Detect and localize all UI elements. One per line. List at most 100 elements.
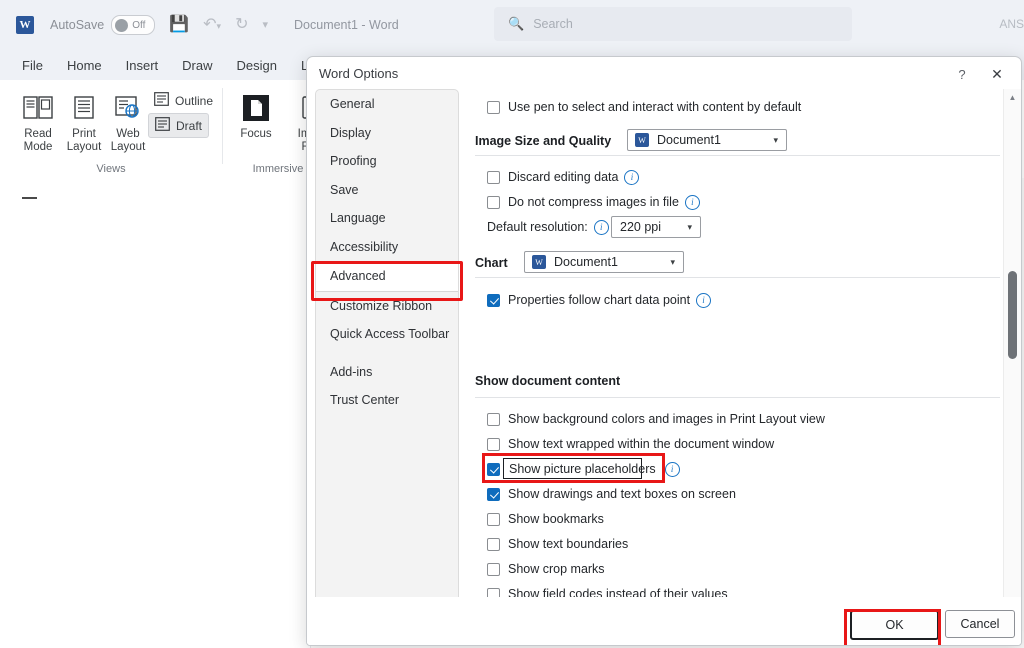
info-icon[interactable]: i (624, 169, 640, 185)
undo-icon[interactable]: ↶▾ (203, 17, 221, 33)
checkbox-row-show-background-colors[interactable]: Show background colors and images in Pri… (487, 410, 825, 428)
customize-quick-access-icon[interactable]: ▾ (262, 19, 268, 31)
show-drawings-checkbox[interactable] (487, 487, 500, 501)
account-label[interactable]: ANS (999, 17, 1024, 31)
checkbox-row-properties-follow-chart[interactable]: Properties follow chart data point i (487, 291, 712, 309)
autosave-label: AutoSave (50, 18, 105, 32)
show-bookmarks-label: Show bookmarks (508, 512, 604, 526)
tab-insert[interactable]: Insert (114, 58, 171, 73)
nav-item-general[interactable]: General (316, 90, 458, 119)
screen: W AutoSave Off 💾 ↶▾ ↻ ▾ Document1 - Word… (0, 0, 1024, 648)
show-text-wrapped-label: Show text wrapped within the document wi… (508, 437, 775, 451)
show-background-colors-checkbox[interactable] (487, 412, 500, 426)
use-pen-checkbox[interactable] (487, 100, 500, 114)
default-resolution-value: 220 ppi (620, 220, 662, 234)
show-drawings-label: Show drawings and text boxes on screen (508, 487, 736, 501)
nav-item-customize-ribbon[interactable]: Customize Ribbon (316, 292, 458, 321)
read-mode-label-1: Read (24, 128, 52, 140)
cancel-button[interactable]: Cancel (945, 610, 1015, 638)
toggle-knob (115, 18, 129, 32)
save-icon[interactable]: 💾 (169, 17, 189, 33)
nav-item-quick-access-toolbar[interactable]: Quick Access Toolbar (316, 320, 458, 349)
outline-icon (154, 92, 169, 109)
checkbox-row-use-pen[interactable]: Use pen to select and interact with cont… (487, 98, 801, 116)
scrollbar-up-arrow-icon[interactable]: ▲ (1004, 89, 1021, 106)
tab-home[interactable]: Home (55, 58, 114, 73)
checkbox-row-show-bookmarks[interactable]: Show bookmarks (487, 510, 604, 528)
tab-draw[interactable]: Draw (170, 58, 224, 73)
focus-icon (228, 88, 284, 128)
text-cursor-mark (22, 197, 37, 199)
scrollbar-thumb[interactable] (1008, 271, 1017, 359)
document-icon: W (635, 133, 649, 147)
redo-icon[interactable]: ↻ (235, 17, 248, 33)
show-picture-placeholders-checkbox[interactable] (487, 462, 500, 476)
info-icon[interactable]: i (593, 219, 609, 235)
draft-icon (155, 117, 170, 134)
chevron-down-icon: ▾ (670, 256, 675, 267)
read-mode-label-2: Mode (23, 141, 53, 153)
nav-item-accessibility[interactable]: Accessibility (316, 233, 458, 262)
nav-item-trust-center[interactable]: Trust Center (316, 386, 458, 415)
document-icon: W (532, 255, 546, 269)
show-bookmarks-checkbox[interactable] (487, 512, 500, 526)
nav-item-add-ins[interactable]: Add-ins (316, 358, 458, 387)
info-icon[interactable]: i (696, 292, 712, 308)
outline-button[interactable]: Outline (148, 89, 219, 112)
document-page[interactable] (0, 178, 311, 648)
properties-follow-chart-checkbox[interactable] (487, 293, 500, 307)
show-crop-marks-label: Show crop marks (508, 562, 605, 576)
options-scrollbar[interactable]: ▲ ▼ (1003, 89, 1021, 641)
checkbox-row-show-drawings[interactable]: Show drawings and text boxes on screen (487, 485, 736, 503)
show-document-content-heading: Show document content (475, 374, 621, 388)
image-scope-dropdown[interactable]: W Document1 ▾ (627, 129, 787, 151)
tab-file[interactable]: File (10, 58, 55, 73)
autosave-toggle[interactable]: Off (111, 15, 156, 35)
info-icon[interactable]: i (684, 194, 700, 210)
word-logo-icon: W (16, 16, 34, 34)
discard-editing-data-checkbox[interactable] (487, 170, 500, 184)
dialog-footer: OK Cancel (307, 597, 1021, 645)
properties-follow-chart-label: Properties follow chart data point (508, 293, 691, 307)
tab-design[interactable]: Design (225, 58, 289, 73)
default-resolution-label: Default resolution: (487, 220, 588, 234)
ok-button[interactable]: OK (850, 610, 939, 640)
search-input[interactable]: 🔍 Search (494, 7, 852, 41)
checkbox-row-show-text-wrapped[interactable]: Show text wrapped within the document wi… (487, 435, 774, 453)
autosave-state-label: Off (132, 19, 146, 31)
checkbox-row-no-compress[interactable]: Do not compress images in file i (487, 193, 700, 211)
image-section-rule (475, 155, 1000, 156)
checkbox-row-discard-editing-data[interactable]: Discard editing data i (487, 168, 640, 186)
show-text-wrapped-checkbox[interactable] (487, 437, 500, 451)
nav-item-language[interactable]: Language (316, 204, 458, 233)
info-icon[interactable]: i (664, 461, 680, 477)
checkbox-row-show-crop-marks[interactable]: Show crop marks (487, 560, 605, 578)
chart-scope-dropdown[interactable]: W Document1 ▾ (524, 251, 684, 273)
checkbox-row-show-text-boundaries[interactable]: Show text boundaries (487, 535, 628, 553)
no-compress-checkbox[interactable] (487, 195, 500, 209)
chevron-down-icon: ▾ (687, 221, 692, 232)
show-crop-marks-checkbox[interactable] (487, 562, 500, 576)
nav-item-display[interactable]: Display (316, 119, 458, 148)
nav-item-save[interactable]: Save (316, 176, 458, 205)
close-icon[interactable]: ✕ (985, 63, 1009, 85)
nav-item-advanced[interactable]: Advanced (316, 261, 458, 292)
show-text-boundaries-checkbox[interactable] (487, 537, 500, 551)
web-layout-label-2: Layout (110, 141, 146, 153)
ribbon-group-views: Read Mode Print Layout Web Layout Outlin… (0, 80, 222, 178)
draft-label: Draft (176, 118, 203, 133)
search-placeholder: Search (533, 17, 573, 31)
use-pen-label: Use pen to select and interact with cont… (508, 100, 802, 114)
chevron-down-icon: ▾ (773, 134, 778, 145)
nav-item-proofing[interactable]: Proofing (316, 147, 458, 176)
word-options-dialog: Word Options ? ✕ General Display Proofin… (306, 56, 1022, 646)
help-icon[interactable]: ? (951, 63, 973, 85)
print-layout-label-1: Print (72, 128, 96, 140)
focus-button[interactable]: Focus (228, 88, 284, 141)
outline-label: Outline (175, 93, 214, 108)
draft-button[interactable]: Draft (148, 113, 210, 138)
document-title: Document1 - Word (294, 18, 399, 32)
dialog-title: Word Options (319, 66, 399, 81)
default-resolution-dropdown[interactable]: 220 ppi ▾ (611, 216, 701, 238)
chart-scope-value: Document1 (554, 255, 618, 269)
